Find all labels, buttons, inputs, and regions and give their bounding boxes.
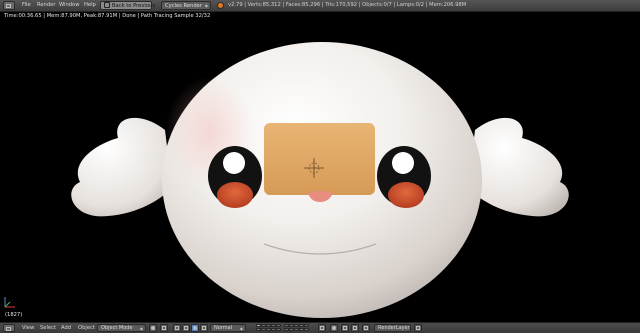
lock-camera-button[interactable] <box>318 324 326 332</box>
camera-icon <box>364 326 368 330</box>
menu-select[interactable]: Select <box>40 323 56 333</box>
frame-indicator: (1827) <box>5 312 23 318</box>
render-layer-menu-button[interactable] <box>414 324 422 332</box>
transform-orientation-label: Normal <box>214 325 233 331</box>
chevron-updown-icon: ◆ <box>204 3 208 8</box>
menu-file[interactable]: File <box>22 0 31 11</box>
shading-sphere-icon <box>151 326 155 330</box>
layers-icon <box>416 326 420 330</box>
layer-button[interactable] <box>276 328 281 331</box>
info-header: File Render Window Help Back to Previous… <box>0 0 640 12</box>
snap-button[interactable] <box>341 324 349 332</box>
menu-object[interactable]: Object <box>78 323 95 333</box>
axis-gizmo-icon <box>4 297 15 308</box>
render-status-text: Time:00:36.65 | Mem:87.90M, Peak:87.91M … <box>4 13 211 19</box>
back-to-previous-label: Back to Previous <box>112 3 156 9</box>
3d-viewport[interactable]: Time:00:36.65 | Mem:87.90M, Peak:87.91M … <box>0 12 640 322</box>
scale-icon <box>202 326 206 330</box>
menu-render[interactable]: Render <box>37 0 55 11</box>
render-layer-select[interactable]: RenderLayer <box>374 324 411 332</box>
layer-button[interactable] <box>304 324 309 327</box>
menu-add[interactable]: Add <box>61 323 71 333</box>
menu-view[interactable]: View <box>22 323 34 333</box>
snap-element-icon <box>353 326 357 330</box>
editor-type-icon[interactable] <box>3 1 15 10</box>
proportional-icon <box>332 326 336 330</box>
rotate-icon <box>193 326 197 330</box>
scale-manipulator[interactable] <box>200 324 208 332</box>
arrow-icon <box>184 326 188 330</box>
transform-orientation-select[interactable]: Normal ◆ <box>210 324 246 332</box>
forehead-patch <box>264 123 375 195</box>
chevron-updown-icon: ◆ <box>139 326 143 331</box>
left-wing <box>71 117 172 217</box>
scene-stats: v2.79 | Verts:85,312 | Faces:85,296 | Tr… <box>228 2 467 8</box>
render-layer-label: RenderLayer <box>378 325 410 331</box>
back-to-previous-button[interactable]: Back to Previous <box>100 1 156 10</box>
menu-window[interactable]: Window <box>59 0 79 11</box>
layer-button[interactable] <box>276 324 281 327</box>
menu-help[interactable]: Help <box>84 0 96 11</box>
render-engine-select[interactable]: Cycles Render ◆ <box>161 1 211 10</box>
mode-label: Object Mode <box>101 325 133 331</box>
rotate-manipulator[interactable] <box>191 324 199 332</box>
render-engine-label: Cycles Render <box>165 3 202 9</box>
chevron-updown-icon: ◆ <box>239 326 243 331</box>
translate-manipulator[interactable] <box>182 324 190 332</box>
editor-type-icon[interactable] <box>3 324 15 332</box>
lock-icon <box>320 326 324 330</box>
opengl-render-button[interactable] <box>362 324 370 332</box>
rendered-image <box>71 42 569 318</box>
layer-button[interactable] <box>304 328 309 331</box>
blender-logo-icon <box>217 2 224 9</box>
magnet-icon <box>343 326 347 330</box>
mode-select[interactable]: Object Mode ◆ <box>97 324 146 332</box>
3d-view-header: View Select Add Object Object Mode ◆ Nor… <box>0 322 640 333</box>
blender-window: File Render Window Help Back to Previous… <box>0 0 640 333</box>
pivot-point-button[interactable] <box>160 324 168 332</box>
snap-element-button[interactable] <box>351 324 359 332</box>
manipulator-toggle[interactable] <box>173 324 181 332</box>
layer-buttons[interactable] <box>256 324 312 332</box>
right-wing <box>468 117 569 217</box>
proportional-edit-button[interactable] <box>330 324 338 332</box>
manipulator-icon <box>175 326 179 330</box>
screen-icon <box>104 2 110 8</box>
viewport-shading-button[interactable] <box>149 324 157 332</box>
pivot-icon <box>162 326 166 330</box>
